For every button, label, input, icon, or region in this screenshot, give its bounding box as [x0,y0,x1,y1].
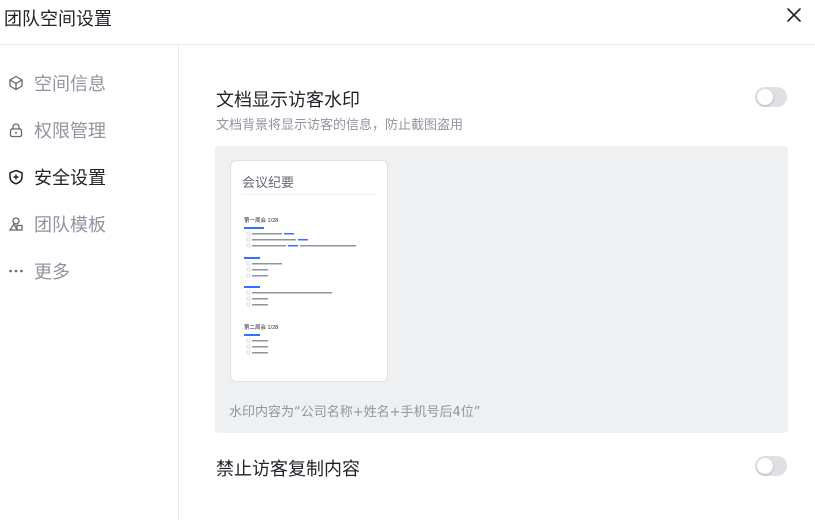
watermark-preview: 会议纪要 第一周会 1/28 第二周会 1/28 水印内容为“公司名称+姓名+手… [215,146,788,433]
copy-setting-title: 禁止访客复制内容 [216,459,360,480]
security-settings-panel: 文档显示访客水印 文档背景将显示访客的信息，防止截图盗用 会议纪要 第一周会 1… [180,45,815,520]
close-icon[interactable] [787,7,801,22]
doc-preview-thumbnail: 会议纪要 第一周会 1/28 第二周会 1/28 [230,160,388,382]
sidebar-item-templates[interactable]: 团队模板 [8,211,168,237]
dialog-header: 团队空间设置 [0,0,815,45]
sidebar-item-label: 空间信息 [34,74,106,95]
watermark-toggle[interactable] [755,87,787,107]
toggle-knob [757,458,773,474]
watermark-setting-description: 文档背景将显示访客的信息，防止截图盗用 [216,118,464,133]
copy-protection-toggle[interactable] [755,456,787,476]
more-icon [8,263,24,279]
sidebar-item-label: 团队模板 [34,215,106,236]
doc-preview-content: 第一周会 1/28 第二周会 1/28 [244,216,356,355]
watermark-preview-caption: 水印内容为“公司名称+姓名+手机号后4位” [229,405,481,420]
sidebar-item-label: 安全设置 [34,168,106,189]
sidebar-item-label: 更多 [34,262,70,283]
sidebar-item-label: 权限管理 [34,121,106,142]
settings-sidebar: 空间信息 权限管理 安全设置 团队模板 更多 [0,45,179,520]
sidebar-item-space-info[interactable]: 空间信息 [8,70,168,96]
doc-preview-section-2: 第二周会 1/28 [244,323,278,331]
shield-icon [8,169,24,185]
doc-preview-section-1: 第一周会 1/28 [244,216,278,224]
sidebar-item-permissions[interactable]: 权限管理 [8,117,168,143]
watermark-setting-title: 文档显示访客水印 [216,90,360,111]
toggle-knob [757,89,773,105]
team-space-settings-dialog: 团队空间设置 空间信息 权限管理 安全设置 团队模板 更多 文档显示访客水印 文… [0,0,815,520]
sidebar-item-more[interactable]: 更多 [8,258,168,284]
lock-icon [8,122,24,138]
template-icon [8,216,24,232]
cube-icon [8,75,24,91]
sidebar-item-security[interactable]: 安全设置 [8,164,168,190]
dialog-title: 团队空间设置 [4,9,112,30]
